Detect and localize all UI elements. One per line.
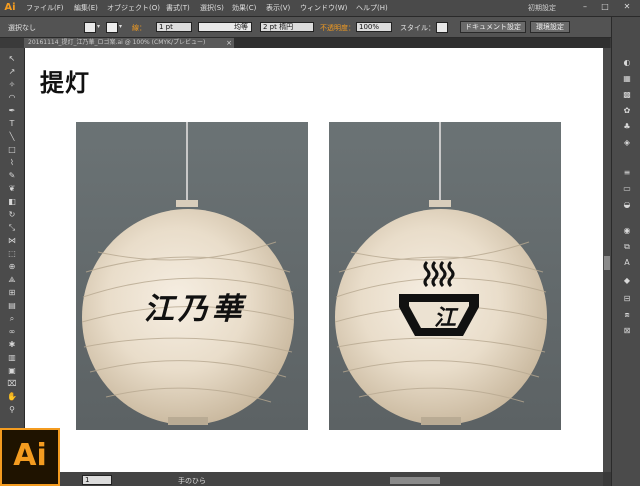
artboard-icon[interactable]: ▣	[6, 366, 18, 376]
stroke-icon[interactable]: ≡	[621, 167, 633, 178]
brushes-icon[interactable]: ✿	[621, 105, 633, 116]
horizontal-scroll-thumb[interactable]	[390, 477, 440, 484]
symbol-sprayer-icon[interactable]: ✱	[6, 340, 18, 350]
artboard-navigation-field[interactable]: 1	[82, 475, 112, 485]
gradient-panel-icon[interactable]: ▭	[621, 183, 633, 194]
stroke-dropdown-icon[interactable]: ▾	[117, 22, 124, 31]
tools-panel: ↖ ↗ ✧ ◠ ✒ T ╲ □ ⌇ ✎ ❦ ◧ ↻ ⤡ ⋈ ⬚ ⊕ ⟁ ⊞ ▤ …	[0, 48, 25, 428]
gradient-icon[interactable]: ▤	[6, 301, 18, 311]
blend-icon[interactable]: ∞	[6, 327, 18, 337]
minimize-button[interactable]: –	[578, 1, 592, 13]
lantern-photo-2[interactable]: 江	[329, 122, 561, 430]
direct-selection-tool-icon[interactable]: ↗	[6, 67, 18, 77]
pencil-icon[interactable]: ✎	[6, 171, 18, 181]
width-icon[interactable]: ⋈	[6, 236, 18, 246]
paintbrush-icon[interactable]: ⌇	[6, 158, 18, 168]
variable-width-profile[interactable]: 均等	[198, 22, 252, 32]
opacity-field[interactable]: 100%	[356, 22, 392, 32]
menu-bar: Ai ファイル(F) 編集(E) オブジェクト(O) 書式(T) 選択(S) 効…	[0, 0, 640, 17]
menu-view[interactable]: 表示(V)	[266, 3, 290, 13]
selection-tool-icon[interactable]: ↖	[6, 54, 18, 64]
perspective-icon[interactable]: ⟁	[6, 275, 18, 285]
stroke-weight-field[interactable]: 1 pt	[156, 22, 192, 32]
layers-icon[interactable]: ◆	[621, 275, 633, 286]
links-icon[interactable]: ⧉	[621, 241, 633, 252]
document-tab[interactable]: 20161114_提灯_江乃華_ロゴ案.ai @ 100% (CMYK/プレビュ…	[24, 38, 234, 48]
eraser-icon[interactable]: ◧	[6, 197, 18, 207]
color-guide-icon[interactable]: ▦	[621, 73, 633, 84]
lantern-photo-1[interactable]: 江乃華	[76, 122, 308, 430]
zoom-icon[interactable]: ⚲	[6, 405, 18, 415]
shape-builder-icon[interactable]: ⊕	[6, 262, 18, 272]
scale-icon[interactable]: ⤡	[6, 223, 18, 233]
document-setup-button[interactable]: ドキュメント設定	[460, 21, 526, 33]
appearance-icon[interactable]: ◉	[621, 225, 633, 236]
artboard-canvas[interactable]: 提灯 江乃華 江	[25, 48, 603, 472]
pathfinder-icon[interactable]: ⧈	[621, 309, 633, 320]
fill-dropdown-icon[interactable]: ▾	[95, 22, 102, 31]
mesh-icon[interactable]: ⊞	[6, 288, 18, 298]
hand-icon[interactable]: ✋	[6, 392, 18, 402]
lantern-1-illustration	[81, 122, 295, 425]
graph-icon[interactable]: ▥	[6, 353, 18, 363]
rectangle-icon[interactable]: □	[6, 145, 18, 155]
tab-close-icon[interactable]: ×	[224, 38, 234, 48]
transform-icon[interactable]: ⊠	[621, 325, 633, 336]
illustrator-badge-icon: Ai	[0, 428, 60, 486]
close-window-button[interactable]: ✕	[620, 1, 634, 13]
character-icon[interactable]: A	[621, 257, 633, 268]
menu-type[interactable]: 書式(T)	[166, 3, 190, 13]
free-transform-icon[interactable]: ⬚	[6, 249, 18, 259]
status-tool-label: 手のひら	[178, 477, 206, 485]
magic-wand-icon[interactable]: ✧	[6, 80, 18, 90]
pen-icon[interactable]: ✒	[6, 106, 18, 116]
eyedropper-icon[interactable]: ⌕	[6, 314, 18, 324]
menu-window[interactable]: ウィンドウ(W)	[300, 3, 347, 13]
app-logo-icon: Ai	[4, 2, 16, 13]
transparency-icon[interactable]: ◒	[621, 199, 633, 210]
slice-icon[interactable]: ⌧	[6, 379, 18, 389]
opacity-label[interactable]: 不透明度：	[320, 23, 355, 33]
workspace-switcher[interactable]: 初期設定	[528, 3, 556, 13]
menu-select[interactable]: 選択(S)	[200, 3, 224, 13]
menu-object[interactable]: オブジェクト(O)	[107, 3, 160, 13]
color-panel-icon[interactable]: ◐	[621, 57, 633, 68]
document-tab-bar: 20161114_提灯_江乃華_ロゴ案.ai @ 100% (CMYK/プレビュ…	[24, 38, 610, 48]
rotate-icon[interactable]: ↻	[6, 210, 18, 220]
type-icon[interactable]: T	[6, 119, 18, 129]
line-icon[interactable]: ╲	[6, 132, 18, 142]
artboard-heading: 提灯	[40, 68, 90, 97]
align-icon[interactable]: ⊟	[621, 293, 633, 304]
lantern-1-text: 江乃華	[144, 292, 246, 327]
menu-help[interactable]: ヘルプ(H)	[356, 3, 388, 13]
graphic-styles-icon[interactable]: ◈	[621, 137, 633, 148]
blob-brush-icon[interactable]: ❦	[6, 184, 18, 194]
graphic-style-swatch[interactable]	[436, 22, 448, 33]
menu-edit[interactable]: 編集(E)	[74, 3, 98, 13]
menu-file[interactable]: ファイル(F)	[26, 3, 64, 13]
maximize-button[interactable]: □	[598, 1, 612, 13]
lantern-2-illustration	[334, 122, 548, 425]
vertical-scrollbar[interactable]	[603, 48, 611, 472]
preferences-button[interactable]: 環境設定	[530, 21, 570, 33]
vertical-scroll-thumb[interactable]	[604, 256, 610, 270]
stroke-label[interactable]: 線：	[132, 23, 146, 33]
panel-dock: ◐ ▦ ▩ ✿ ♣ ◈ ≡ ▭ ◒ ◉ ⧉ A ◆ ⊟ ⧈ ⊠	[611, 17, 640, 486]
selection-status: 選択なし	[8, 24, 36, 32]
lantern-2-text: 江	[433, 305, 456, 331]
swatches-icon[interactable]: ▩	[621, 89, 633, 100]
symbols-icon[interactable]: ♣	[621, 121, 633, 132]
lasso-icon[interactable]: ◠	[6, 93, 18, 103]
style-label: スタイル：	[400, 24, 435, 32]
control-bar: 選択なし ▾ ▾ 線： 1 pt 均等 2 pt 楕円 不透明度： 100% ス…	[0, 17, 640, 38]
menu-effect[interactable]: 効果(C)	[232, 3, 256, 13]
brush-definition[interactable]: 2 pt 楕円	[260, 22, 314, 32]
